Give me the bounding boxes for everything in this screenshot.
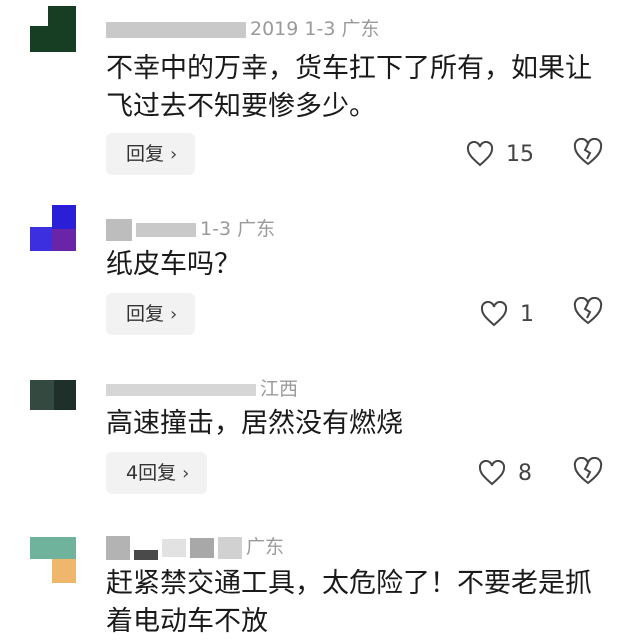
avatar[interactable] <box>30 537 76 583</box>
comment-meta: 广东 <box>106 532 284 560</box>
comment-meta: 2019 1-3 广东 <box>106 14 379 41</box>
reply-label: 回复 <box>126 303 165 325</box>
meta-text: 广东 <box>246 536 285 558</box>
meta-text: 2019 1-3 广东 <box>250 18 380 40</box>
comment-body: 高速撞击，居然没有燃烧 <box>106 408 403 439</box>
comment-meta: 1-3 广东 <box>106 214 275 241</box>
avatar[interactable] <box>30 380 76 410</box>
avatar[interactable] <box>30 205 76 251</box>
like-count: 8 <box>518 460 532 486</box>
reply-label: 回复 <box>126 143 165 165</box>
dislike-button[interactable] <box>572 456 604 489</box>
chevron-right-icon: › <box>170 304 178 325</box>
heart-outline-icon <box>480 301 508 327</box>
broken-heart-icon <box>573 296 603 325</box>
like-button[interactable]: 15 <box>466 138 534 170</box>
chevron-right-icon: › <box>182 463 190 484</box>
dislike-button[interactable] <box>572 296 604 329</box>
comment-body: 不幸中的万幸，货车扛下了所有，如果让飞过去不知要惨多少。 <box>106 53 592 122</box>
chevron-right-icon: › <box>170 144 178 165</box>
broken-heart-icon <box>573 137 603 166</box>
reply-button[interactable]: 4回复 › <box>106 452 208 494</box>
comment-body: 赶紧禁交通工具，太危险了！不要老是抓着电动车不放 <box>106 568 592 637</box>
like-count: 1 <box>520 301 534 327</box>
like-button[interactable]: 1 <box>480 298 534 330</box>
like-count: 15 <box>506 141 534 167</box>
heart-outline-icon <box>466 141 494 167</box>
reply-button[interactable]: 回复 › <box>106 293 196 335</box>
heart-outline-icon <box>478 460 506 486</box>
like-button[interactable]: 8 <box>478 457 532 489</box>
reply-label: 4回复 <box>126 462 177 484</box>
meta-text: 1-3 广东 <box>200 218 276 240</box>
broken-heart-icon <box>573 456 603 485</box>
avatar[interactable] <box>30 6 76 52</box>
comment-meta: 江西 <box>106 374 298 401</box>
dislike-button[interactable] <box>572 137 604 170</box>
comment-body: 纸皮车吗？ <box>106 249 241 280</box>
reply-button[interactable]: 回复 › <box>106 133 196 175</box>
meta-text: 江西 <box>260 378 299 400</box>
